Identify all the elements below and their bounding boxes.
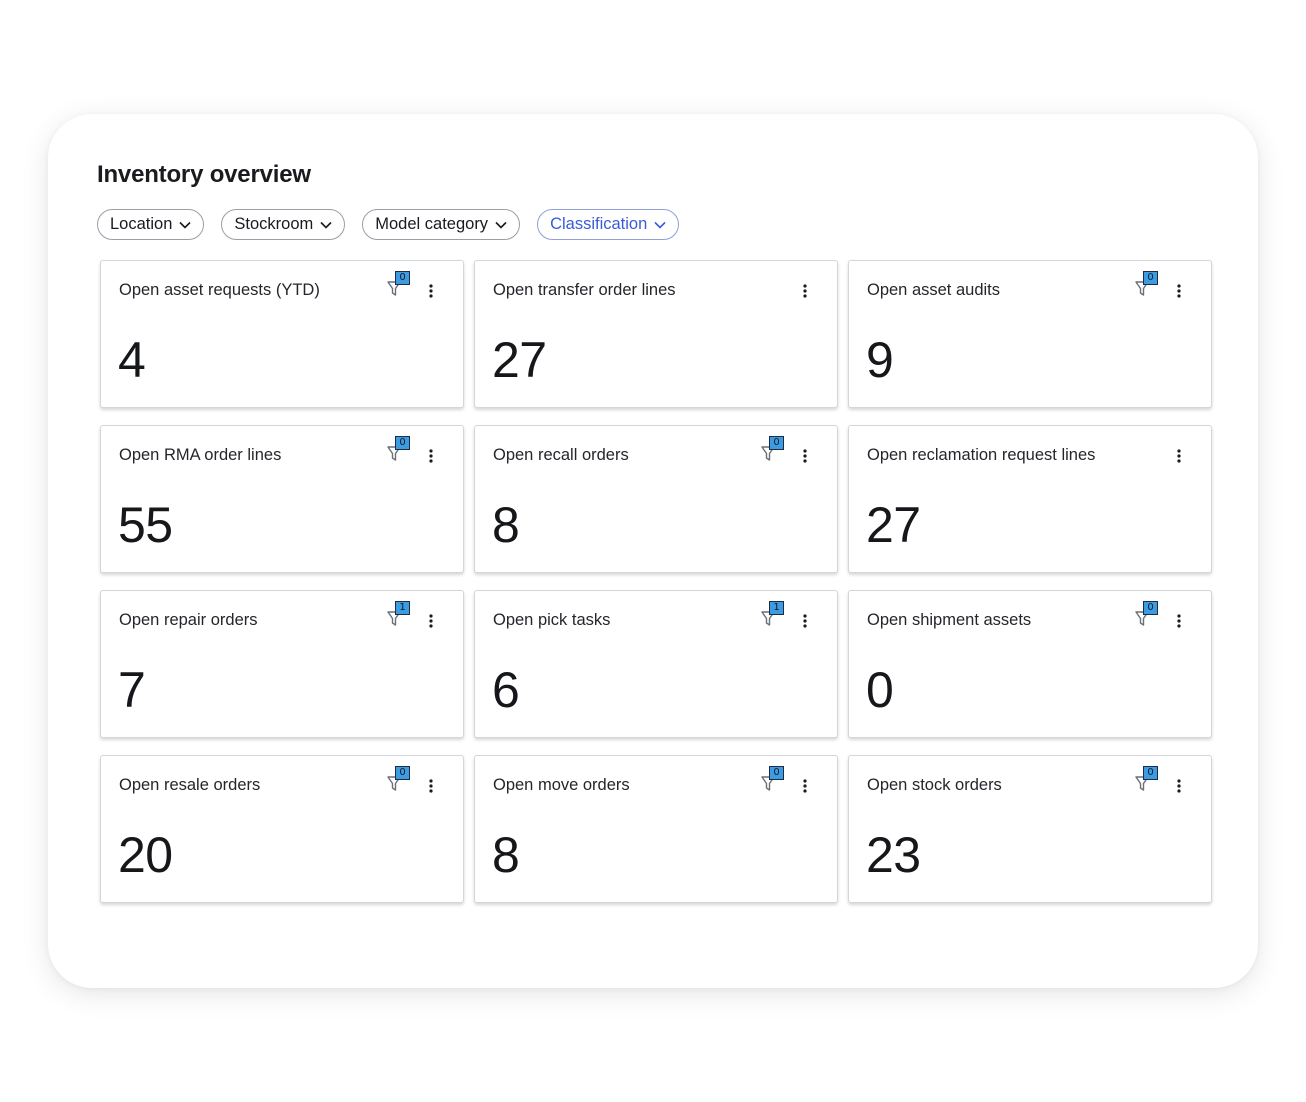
card-value: 55: [118, 497, 173, 553]
filter-count-badge: 0: [1143, 601, 1158, 615]
card-title: Open move orders: [493, 776, 630, 794]
filter-icon[interactable]: 0: [1135, 271, 1159, 299]
card-value: 23: [866, 827, 921, 883]
filter-icon[interactable]: 0: [761, 766, 785, 794]
model-category-filter-button[interactable]: Model category: [362, 209, 521, 240]
metric-card[interactable]: Open move orders 0 8: [474, 755, 838, 903]
card-value: 4: [118, 332, 146, 388]
card-title: Open transfer order lines: [493, 281, 676, 299]
chevron-down-icon: [654, 221, 666, 229]
metric-card[interactable]: Open reclamation request lines 27: [848, 425, 1212, 573]
filter-count-badge: 0: [769, 436, 784, 450]
metric-card[interactable]: Open recall orders 0 8: [474, 425, 838, 573]
more-options-icon[interactable]: [1175, 778, 1183, 794]
more-options-icon[interactable]: [427, 778, 435, 794]
card-value: 20: [118, 827, 173, 883]
metric-card-grid: Open asset requests (YTD) 0 4 Open trans…: [100, 260, 1212, 903]
more-options-icon[interactable]: [801, 448, 809, 464]
filter-icon[interactable]: 1: [387, 601, 411, 629]
filter-count-badge: 0: [395, 766, 410, 780]
more-options-icon[interactable]: [427, 283, 435, 299]
card-value: 8: [492, 827, 520, 883]
more-options-icon[interactable]: [427, 613, 435, 629]
card-title: Open pick tasks: [493, 611, 611, 629]
filter-count-badge: 1: [769, 601, 784, 615]
filter-icon[interactable]: 0: [387, 766, 411, 794]
more-options-icon[interactable]: [1175, 283, 1183, 299]
metric-card[interactable]: Open transfer order lines 27: [474, 260, 838, 408]
stockroom-filter-button[interactable]: Stockroom: [221, 209, 346, 240]
card-value: 27: [492, 332, 547, 388]
location-filter-button[interactable]: Location: [97, 209, 205, 240]
filter-icon[interactable]: 0: [1135, 601, 1159, 629]
more-options-icon[interactable]: [1175, 613, 1183, 629]
card-title: Open RMA order lines: [119, 446, 282, 464]
card-title: Open asset requests (YTD): [119, 281, 320, 299]
filter-icon[interactable]: 0: [387, 436, 411, 464]
classification-filter-button[interactable]: Classification: [537, 209, 680, 240]
chevron-down-icon: [495, 221, 507, 229]
card-value: 9: [866, 332, 894, 388]
location-filter-label: Location: [110, 215, 173, 233]
filter-count-badge: 0: [1143, 766, 1158, 780]
more-options-icon[interactable]: [801, 283, 809, 299]
metric-card[interactable]: Open shipment assets 0 0: [848, 590, 1212, 738]
chevron-down-icon: [320, 221, 332, 229]
inventory-overview-panel: Inventory overview Location Stockroom Mo…: [48, 114, 1258, 988]
filter-icon[interactable]: 0: [1135, 766, 1159, 794]
card-title: Open shipment assets: [867, 611, 1032, 629]
metric-card[interactable]: Open repair orders 1 7: [100, 590, 464, 738]
card-title: Open stock orders: [867, 776, 1002, 794]
filter-icon[interactable]: 1: [761, 601, 785, 629]
page-title: Inventory overview: [97, 161, 311, 188]
metric-card[interactable]: Open stock orders 0 23: [848, 755, 1212, 903]
filter-bar: Location Stockroom Model category Classi…: [97, 209, 680, 240]
metric-card[interactable]: Open pick tasks 1 6: [474, 590, 838, 738]
chevron-down-icon: [179, 221, 191, 229]
filter-count-badge: 1: [395, 601, 410, 615]
card-title: Open repair orders: [119, 611, 258, 629]
card-value: 6: [492, 662, 520, 718]
more-options-icon[interactable]: [801, 778, 809, 794]
card-title: Open reclamation request lines: [867, 446, 1096, 464]
card-title: Open resale orders: [119, 776, 261, 794]
card-value: 0: [866, 662, 894, 718]
filter-count-badge: 0: [1143, 271, 1158, 285]
classification-filter-label: Classification: [550, 215, 648, 233]
card-title: Open asset audits: [867, 281, 1000, 299]
card-value: 27: [866, 497, 921, 553]
metric-card[interactable]: Open resale orders 0 20: [100, 755, 464, 903]
filter-count-badge: 0: [395, 436, 410, 450]
more-options-icon[interactable]: [801, 613, 809, 629]
more-options-icon[interactable]: [427, 448, 435, 464]
metric-card[interactable]: Open asset requests (YTD) 0 4: [100, 260, 464, 408]
filter-icon[interactable]: 0: [761, 436, 785, 464]
card-value: 8: [492, 497, 520, 553]
model-category-filter-label: Model category: [375, 215, 489, 233]
card-value: 7: [118, 662, 146, 718]
more-options-icon[interactable]: [1175, 448, 1183, 464]
filter-icon[interactable]: 0: [387, 271, 411, 299]
filter-count-badge: 0: [395, 271, 410, 285]
metric-card[interactable]: Open asset audits 0 9: [848, 260, 1212, 408]
metric-card[interactable]: Open RMA order lines 0 55: [100, 425, 464, 573]
card-title: Open recall orders: [493, 446, 629, 464]
filter-count-badge: 0: [769, 766, 784, 780]
stockroom-filter-label: Stockroom: [234, 215, 314, 233]
